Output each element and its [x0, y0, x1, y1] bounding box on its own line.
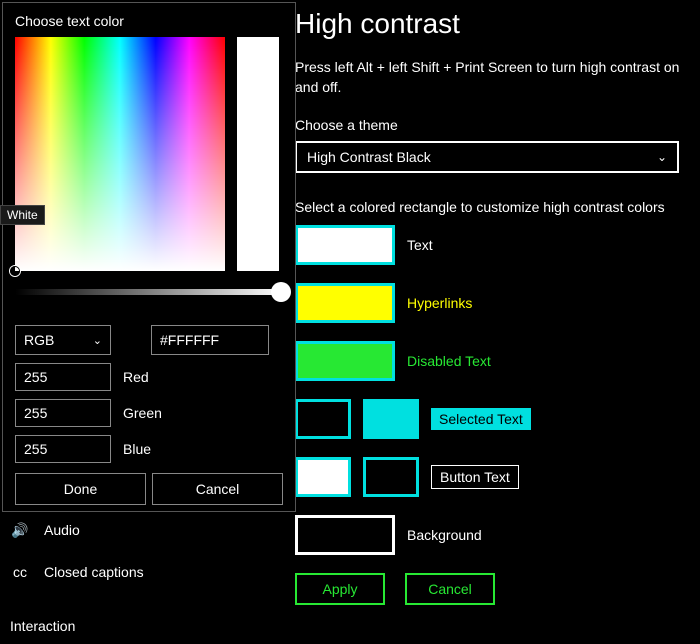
swatch-button-bg[interactable] — [363, 457, 419, 497]
label-text: Text — [407, 237, 433, 253]
done-button-label: Done — [64, 481, 97, 497]
label-selected: Selected Text — [431, 408, 531, 430]
slider-thumb-icon — [271, 282, 291, 302]
sidebar-section-interaction: Interaction — [0, 608, 290, 644]
color-tooltip: White — [0, 205, 45, 225]
row-background: Background — [295, 515, 700, 555]
sidebar-item-label: Audio — [44, 522, 80, 538]
label-disabled: Disabled Text — [407, 353, 491, 369]
chevron-down-icon: ⌄ — [93, 334, 102, 347]
label-hyperlinks: Hyperlinks — [407, 295, 472, 311]
done-button[interactable]: Done — [15, 473, 146, 505]
saturation-value-area[interactable] — [15, 37, 225, 271]
dialog-cancel-button[interactable]: Cancel — [152, 473, 283, 505]
row-selected: Selected Text — [295, 399, 700, 439]
color-preview — [237, 37, 279, 271]
swatch-selected-bg[interactable] — [363, 399, 419, 439]
row-hyperlinks: Hyperlinks — [295, 283, 700, 323]
green-label: Green — [123, 405, 162, 421]
green-input[interactable]: 255 — [15, 399, 111, 427]
theme-select[interactable]: High Contrast Black ⌄ — [295, 141, 679, 173]
dialog-cancel-button-label: Cancel — [196, 481, 240, 497]
sidebar-item-label: Closed captions — [44, 564, 144, 580]
shortcut-hint: Press left Alt + left Shift + Print Scre… — [295, 58, 700, 97]
sidebar-section-label: Interaction — [10, 618, 75, 634]
swatch-button-fg[interactable] — [295, 457, 351, 497]
swatch-text[interactable] — [295, 225, 395, 265]
chevron-down-icon: ⌄ — [657, 150, 667, 164]
sidebar-item-captions[interactable]: cc Closed captions — [0, 554, 290, 590]
swatch-background[interactable] — [295, 515, 395, 555]
swatch-disabled[interactable] — [295, 341, 395, 381]
row-disabled: Disabled Text — [295, 341, 700, 381]
swatch-hyperlinks[interactable] — [295, 283, 395, 323]
cancel-button[interactable]: Cancel — [405, 573, 495, 605]
page-title: High contrast — [295, 8, 700, 40]
row-text: Text — [295, 225, 700, 265]
sidebar-item-audio[interactable]: 🔊 Audio — [0, 512, 290, 548]
color-format-select[interactable]: RGB ⌄ — [15, 325, 111, 355]
captions-icon: cc — [10, 564, 30, 580]
select-rectangle-label: Select a colored rectangle to customize … — [295, 199, 700, 215]
blue-label: Blue — [123, 441, 151, 457]
choose-theme-label: Choose a theme — [295, 117, 700, 133]
speaker-icon: 🔊 — [10, 522, 30, 539]
color-picker-dialog: Choose text color RGB ⌄ #FFFFFF 255 Red … — [2, 2, 296, 512]
red-input[interactable]: 255 — [15, 363, 111, 391]
blue-input[interactable]: 255 — [15, 435, 111, 463]
color-format-value: RGB — [24, 332, 54, 348]
hex-input[interactable]: #FFFFFF — [151, 325, 269, 355]
row-button: Button Text — [295, 457, 700, 497]
label-button: Button Text — [431, 465, 519, 489]
red-label: Red — [123, 369, 149, 385]
apply-button-label: Apply — [322, 581, 357, 597]
value-slider[interactable] — [15, 289, 283, 295]
dialog-title: Choose text color — [15, 13, 283, 29]
swatch-selected-fg[interactable] — [295, 399, 351, 439]
cancel-button-label: Cancel — [428, 581, 472, 597]
theme-select-value: High Contrast Black — [307, 149, 431, 165]
label-background: Background — [407, 527, 482, 543]
hex-value: #FFFFFF — [160, 332, 219, 348]
apply-button[interactable]: Apply — [295, 573, 385, 605]
sv-cursor-icon — [10, 266, 20, 276]
